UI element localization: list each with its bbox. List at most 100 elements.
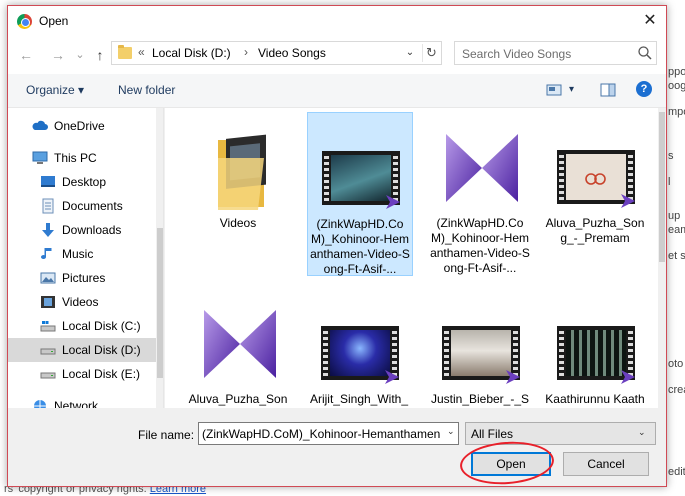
file-item-kaathirunnu-video[interactable]: Kaathirunnu Kaathirunnu _ Official Video xyxy=(543,288,649,408)
bg-fragment: s xyxy=(668,150,674,162)
sidebar-item-local-disk-c[interactable]: Local Disk (C:) xyxy=(8,314,156,338)
search-input[interactable] xyxy=(462,46,632,61)
file-name-combobox[interactable]: ⌄ xyxy=(198,422,459,445)
bg-fragment: et s xyxy=(668,250,685,262)
back-button[interactable]: ← xyxy=(16,45,36,65)
preview-pane-icon[interactable] xyxy=(600,82,616,98)
command-toolbar: Organize ▾ New folder ▾ ? xyxy=(8,74,666,108)
sidebar-item-label: Desktop xyxy=(62,175,107,189)
video-thumbnail xyxy=(318,121,404,219)
breadcrumb-local-disk-d[interactable]: Local Disk (D:) xyxy=(152,46,231,60)
refresh-icon[interactable]: ↻ xyxy=(422,44,440,62)
change-view-icon[interactable] xyxy=(546,82,562,98)
file-view-scrollbar-thumb[interactable] xyxy=(659,112,665,262)
help-icon[interactable]: ? xyxy=(636,81,652,97)
navigation-pane: OneDrive This PC Desktop Documents Downl… xyxy=(8,108,164,408)
search-box[interactable] xyxy=(454,41,657,65)
open-button[interactable]: Open xyxy=(471,452,551,476)
file-item-label: Videos xyxy=(219,216,257,230)
bg-fragment: up xyxy=(668,210,681,222)
sidebar-item-local-disk-e[interactable]: Local Disk (E:) xyxy=(8,362,156,386)
network-icon xyxy=(34,400,46,408)
file-item-videos-folder[interactable]: Videos xyxy=(186,112,292,276)
view-dropdown-icon[interactable]: ▾ xyxy=(569,84,574,95)
address-bar[interactable]: « Local Disk (D:) › Video Songs ⌄ ↻ xyxy=(111,41,442,65)
new-folder-button[interactable]: New folder xyxy=(118,83,175,97)
sidebar-item-downloads[interactable]: Downloads xyxy=(8,218,156,242)
close-button[interactable]: ✕ xyxy=(640,11,660,31)
title-bar[interactable]: Open ✕ xyxy=(8,6,666,36)
breadcrumb-separator[interactable]: › xyxy=(244,45,248,59)
breadcrumb-overflow[interactable]: « xyxy=(138,45,145,59)
bg-fragment: oogle xyxy=(668,80,685,92)
sidebar-item-documents[interactable]: Documents xyxy=(8,194,156,218)
sidebar-item-label: Videos xyxy=(62,295,99,309)
kmplayer-icon xyxy=(204,310,276,378)
sidebar-item-label: OneDrive xyxy=(54,119,105,133)
sidebar-item-label: Local Disk (D:) xyxy=(62,343,141,357)
file-item-kohinoor-kmplayer[interactable]: (ZinkWapHD.CoM)_Kohinoor-Hemanthamen-Vid… xyxy=(428,112,534,276)
video-thumbnail xyxy=(317,296,403,394)
recent-locations-button[interactable]: ⌄ xyxy=(70,45,90,65)
file-view-scrollbar[interactable] xyxy=(658,108,666,408)
file-item-justin-bieber-video[interactable]: Justin_Bieber_-_Sorry_(Lyric_Video) xyxy=(428,288,534,408)
sidebar-item-label: Music xyxy=(62,247,94,261)
sidebar-item-label: Documents xyxy=(62,199,123,213)
sidebar-item-label: Local Disk (C:) xyxy=(62,319,141,333)
drive-icon xyxy=(40,348,56,355)
media-player-icon xyxy=(386,195,400,209)
sidebar-item-local-disk-d[interactable]: Local Disk (D:) xyxy=(8,338,156,362)
organize-button[interactable]: Organize ▾ xyxy=(26,83,84,97)
sidebar-scrollbar[interactable] xyxy=(156,108,163,408)
file-type-dropdown-icon[interactable]: ⌄ xyxy=(638,427,646,438)
sidebar-item-label: Downloads xyxy=(62,223,122,237)
forward-button[interactable]: → xyxy=(48,45,68,65)
documents-icon xyxy=(42,198,54,214)
downloads-icon xyxy=(42,223,54,237)
sidebar-item-videos[interactable]: Videos xyxy=(8,290,156,314)
sidebar-item-desktop[interactable]: Desktop xyxy=(8,170,156,194)
bg-fragment: pport xyxy=(668,66,685,78)
bg-fragment: edit xyxy=(668,466,685,478)
navigation-bar: ← → ⌄ ↑ « Local Disk (D:) › Video Songs … xyxy=(8,36,666,74)
sidebar-item-pictures[interactable]: Pictures xyxy=(8,266,156,290)
media-player-icon xyxy=(621,370,635,384)
video-thumbnail xyxy=(553,296,639,394)
file-item-aluva-video[interactable]: Aluva_Puzha_Song_-_Premam xyxy=(543,112,649,276)
bg-fragment: oto xyxy=(668,358,684,370)
dialog-footer: File name: ⌄ All Files ⌄ Open Cancel xyxy=(8,408,666,488)
search-icon[interactable] xyxy=(637,45,653,61)
sidebar-scrollbar-thumb[interactable] xyxy=(157,228,163,378)
sidebar-item-music[interactable]: Music xyxy=(8,242,156,266)
drive-icon xyxy=(40,372,56,379)
file-item-label: Arijit_Singh_With_His_Soulful_Performanc… xyxy=(309,392,409,408)
bg-fragment: eam xyxy=(668,224,685,236)
video-thumbnail xyxy=(553,120,639,218)
sidebar-item-label: This PC xyxy=(54,151,97,165)
sidebar-item-network[interactable]: Network xyxy=(8,394,156,408)
chrome-icon xyxy=(17,14,32,29)
sidebar-item-onedrive[interactable]: OneDrive xyxy=(8,114,156,138)
address-dropdown-icon[interactable]: ⌄ xyxy=(402,45,418,61)
file-name-input[interactable] xyxy=(202,427,442,441)
file-name-dropdown-icon[interactable]: ⌄ xyxy=(447,426,455,437)
sidebar-item-label: Local Disk (E:) xyxy=(62,367,141,381)
media-player-icon xyxy=(385,370,399,384)
bg-fragment: mpo xyxy=(668,106,685,118)
file-item-kohinoor-video[interactable]: (ZinkWapHD.CoM)_Kohinoor-Hemanthamen-Vid… xyxy=(307,112,413,276)
cloud-icon xyxy=(32,120,48,130)
file-item-label: Justin_Bieber_-_Sorry_(Lyric_Video) xyxy=(430,392,530,408)
breadcrumb-video-songs[interactable]: Video Songs xyxy=(258,46,326,60)
folder-icon xyxy=(218,134,266,210)
file-item-arijit-video[interactable]: Arijit_Singh_With_His_Soulful_Performanc… xyxy=(307,288,413,408)
desktop-icon xyxy=(41,176,55,187)
open-file-dialog: Open ✕ ← → ⌄ ↑ « Local Disk (D:) › Video… xyxy=(7,5,667,488)
file-item-label: Aluva_Puzha_Song_-_Premam xyxy=(545,216,645,245)
premam-logo-icon xyxy=(585,173,606,185)
sidebar-item-this-pc[interactable]: This PC xyxy=(8,146,156,170)
sidebar-item-label: Pictures xyxy=(62,271,106,285)
file-type-select[interactable]: All Files ⌄ xyxy=(465,422,656,445)
cancel-button[interactable]: Cancel xyxy=(563,452,649,476)
up-button[interactable]: ↑ xyxy=(90,45,110,65)
file-item-aluva-mp4[interactable]: Aluva_Puzha_Song_-_Premam.mp4 xyxy=(186,288,292,408)
